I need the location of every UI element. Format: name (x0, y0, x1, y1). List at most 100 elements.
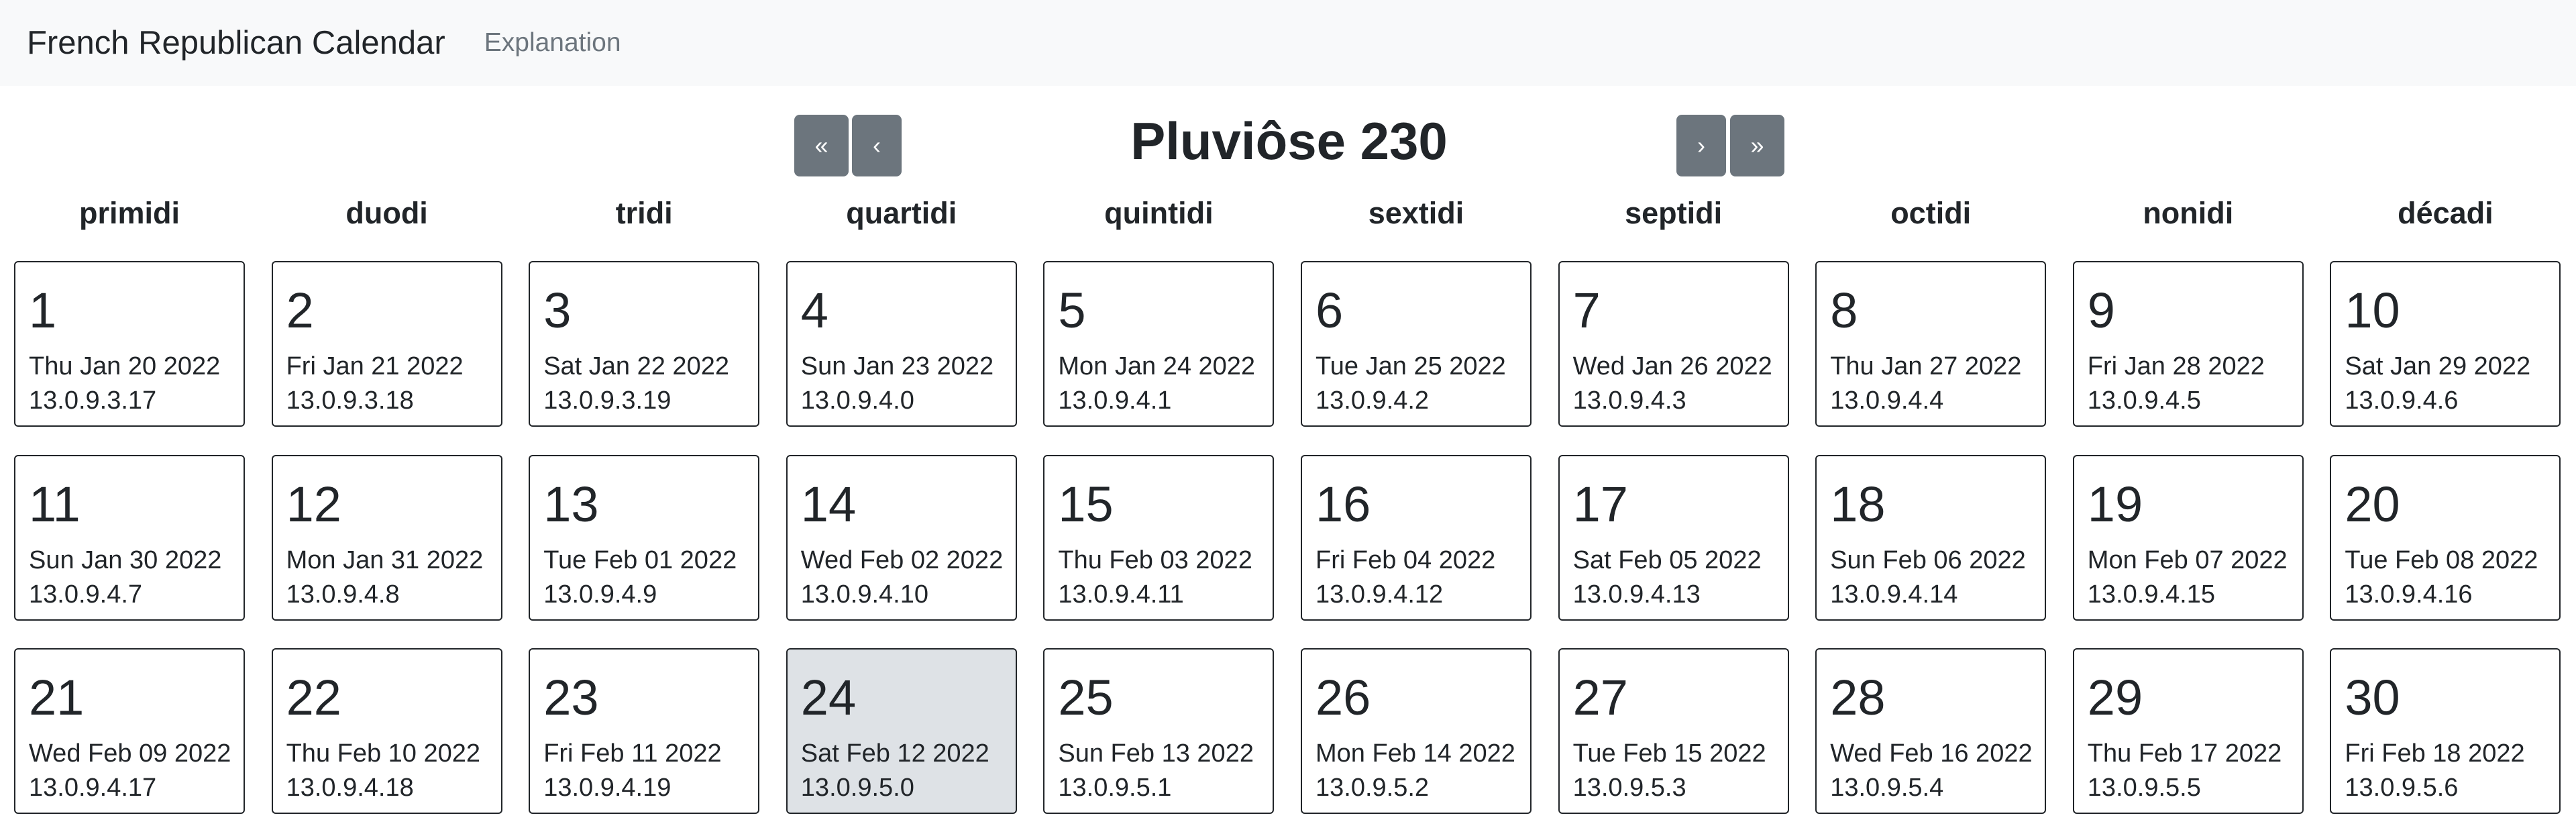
gregorian-date: Thu Jan 27 2022 (1830, 352, 2022, 380)
day-cell[interactable]: 21 Wed Feb 09 2022 13.0.9.4.17 (14, 648, 245, 814)
gregorian-date: Thu Feb 03 2022 (1058, 546, 1252, 574)
long-count-date: 13.0.9.4.17 (29, 774, 157, 802)
long-count-date: 13.0.9.4.5 (2087, 386, 2201, 415)
gregorian-date: Sat Feb 05 2022 (1572, 546, 1762, 574)
gregorian-date: Tue Feb 15 2022 (1572, 739, 1766, 768)
day-cell[interactable]: 29 Thu Feb 17 2022 13.0.9.5.5 (2072, 648, 2304, 814)
long-count-date: 13.0.9.4.4 (1830, 386, 1944, 415)
long-count-date: 13.0.9.5.5 (2087, 774, 2201, 802)
day-number: 22 (286, 670, 341, 725)
long-count-date: 13.0.9.5.6 (2345, 774, 2459, 802)
day-cell[interactable]: 1 Thu Jan 20 2022 13.0.9.3.17 (14, 261, 245, 427)
day-cell[interactable]: 16 Fri Feb 04 2022 13.0.9.4.12 (1301, 455, 1532, 621)
day-cell[interactable]: 22 Thu Feb 10 2022 13.0.9.4.18 (271, 648, 502, 814)
day-cell[interactable]: 28 Wed Feb 16 2022 13.0.9.5.4 (1815, 648, 2047, 814)
gregorian-date: Sat Jan 29 2022 (2345, 352, 2531, 380)
day-cell[interactable]: 30 Fri Feb 18 2022 13.0.9.5.6 (2330, 648, 2561, 814)
day-cell[interactable]: 5 Mon Jan 24 2022 13.0.9.4.1 (1043, 261, 1275, 427)
day-cell[interactable]: 6 Tue Jan 25 2022 13.0.9.4.2 (1301, 261, 1532, 427)
day-cell[interactable]: 14 Wed Feb 02 2022 13.0.9.4.10 (786, 455, 1017, 621)
long-count-date: 13.0.9.4.12 (1316, 580, 1444, 609)
day-number: 10 (2345, 282, 2400, 338)
calendar-grid: 1 Thu Jan 20 2022 13.0.9.3.17 2 Fri Jan 21 2… (0, 0, 2576, 828)
day-cell[interactable]: 25 Sun Feb 13 2022 13.0.9.5.1 (1043, 648, 1275, 814)
day-cell[interactable]: 20 Tue Feb 08 2022 13.0.9.4.16 (2330, 455, 2561, 621)
long-count-date: 13.0.9.4.9 (543, 580, 657, 609)
day-cell[interactable]: 2 Fri Jan 21 2022 13.0.9.3.18 (271, 261, 502, 427)
day-cell[interactable]: 11 Sun Jan 30 2022 13.0.9.4.7 (14, 455, 245, 621)
long-count-date: 13.0.9.4.8 (286, 580, 400, 609)
day-number: 30 (2345, 670, 2400, 725)
day-cell[interactable]: 4 Sun Jan 23 2022 13.0.9.4.0 (786, 261, 1017, 427)
long-count-date: 13.0.9.4.6 (2345, 386, 2459, 415)
long-count-date: 13.0.9.3.17 (29, 386, 157, 415)
long-count-date: 13.0.9.4.19 (543, 774, 672, 802)
gregorian-date: Fri Jan 21 2022 (286, 352, 464, 380)
day-cell[interactable]: 17 Sat Feb 05 2022 13.0.9.4.13 (1558, 455, 1789, 621)
day-number: 8 (1830, 282, 1858, 338)
day-cell[interactable]: 19 Mon Feb 07 2022 13.0.9.4.15 (2072, 455, 2304, 621)
day-cell[interactable]: 8 Thu Jan 27 2022 13.0.9.4.4 (1815, 261, 2047, 427)
long-count-date: 13.0.9.4.7 (29, 580, 143, 609)
day-cell[interactable]: 15 Thu Feb 03 2022 13.0.9.4.11 (1043, 455, 1275, 621)
gregorian-date: Tue Feb 01 2022 (543, 546, 737, 574)
day-cell[interactable]: 23 Fri Feb 11 2022 13.0.9.4.19 (529, 648, 760, 814)
day-cell[interactable]: 27 Tue Feb 15 2022 13.0.9.5.3 (1558, 648, 1789, 814)
day-number: 13 (543, 476, 599, 532)
long-count-date: 13.0.9.4.18 (286, 774, 414, 802)
day-number: 23 (543, 670, 599, 725)
gregorian-date: Thu Feb 17 2022 (2087, 739, 2282, 768)
long-count-date: 13.0.9.4.1 (1058, 386, 1172, 415)
day-number: 12 (286, 476, 341, 532)
gregorian-date: Wed Feb 09 2022 (29, 739, 231, 768)
long-count-date: 13.0.9.4.14 (1830, 580, 1958, 609)
gregorian-date: Sun Jan 23 2022 (800, 352, 994, 380)
day-cell[interactable]: 26 Mon Feb 14 2022 13.0.9.5.2 (1301, 648, 1532, 814)
gregorian-date: Mon Jan 31 2022 (286, 546, 484, 574)
gregorian-date: Thu Feb 10 2022 (286, 739, 481, 768)
gregorian-date: Sun Feb 13 2022 (1058, 739, 1254, 768)
day-cell[interactable]: 10 Sat Jan 29 2022 13.0.9.4.6 (2330, 261, 2561, 427)
gregorian-date: Fri Feb 18 2022 (2345, 739, 2525, 768)
long-count-date: 13.0.9.4.16 (2345, 580, 2473, 609)
gregorian-date: Tue Feb 08 2022 (2345, 546, 2538, 574)
long-count-date: 13.0.9.4.2 (1316, 386, 1430, 415)
day-number: 21 (29, 670, 85, 725)
gregorian-date: Wed Jan 26 2022 (1572, 352, 1772, 380)
day-number: 14 (800, 476, 857, 532)
long-count-date: 13.0.9.5.1 (1058, 774, 1172, 802)
day-number: 26 (1316, 670, 1371, 725)
day-number: 4 (800, 282, 828, 338)
long-count-date: 13.0.9.5.4 (1830, 774, 1944, 802)
gregorian-date: Sun Feb 06 2022 (1830, 546, 2026, 574)
day-cell[interactable]: 24 Sat Feb 12 2022 13.0.9.5.0 (786, 648, 1017, 814)
gregorian-date: Mon Feb 07 2022 (2087, 546, 2288, 574)
gregorian-date: Sat Feb 12 2022 (800, 739, 989, 768)
long-count-date: 13.0.9.4.13 (1572, 580, 1701, 609)
day-number: 19 (2087, 476, 2143, 532)
long-count-date: 13.0.9.3.19 (543, 386, 672, 415)
day-cell[interactable]: 13 Tue Feb 01 2022 13.0.9.4.9 (529, 455, 760, 621)
gregorian-date: Tue Jan 25 2022 (1316, 352, 1506, 380)
day-cell[interactable]: 3 Sat Jan 22 2022 13.0.9.3.19 (529, 261, 760, 427)
gregorian-date: Mon Feb 14 2022 (1316, 739, 1515, 768)
day-number: 1 (29, 282, 57, 338)
day-cell[interactable]: 7 Wed Jan 26 2022 13.0.9.4.3 (1558, 261, 1789, 427)
day-number: 6 (1316, 282, 1344, 338)
day-number: 7 (1572, 282, 1601, 338)
day-number: 3 (543, 282, 572, 338)
day-number: 15 (1058, 476, 1114, 532)
long-count-date: 13.0.9.4.15 (2087, 580, 2215, 609)
day-number: 11 (29, 476, 80, 532)
day-cell[interactable]: 18 Sun Feb 06 2022 13.0.9.4.14 (1815, 455, 2047, 621)
long-count-date: 13.0.9.5.2 (1316, 774, 1430, 802)
day-number: 18 (1830, 476, 1886, 532)
day-number: 27 (1572, 670, 1628, 725)
day-number: 20 (2345, 476, 2400, 532)
day-cell[interactable]: 9 Fri Jan 28 2022 13.0.9.4.5 (2072, 261, 2304, 427)
day-cell[interactable]: 12 Mon Jan 31 2022 13.0.9.4.8 (271, 455, 502, 621)
long-count-date: 13.0.9.4.0 (800, 386, 914, 415)
gregorian-date: Sun Jan 30 2022 (29, 546, 222, 574)
gregorian-date: Thu Jan 20 2022 (29, 352, 221, 380)
long-count-date: 13.0.9.5.3 (1572, 774, 1686, 802)
